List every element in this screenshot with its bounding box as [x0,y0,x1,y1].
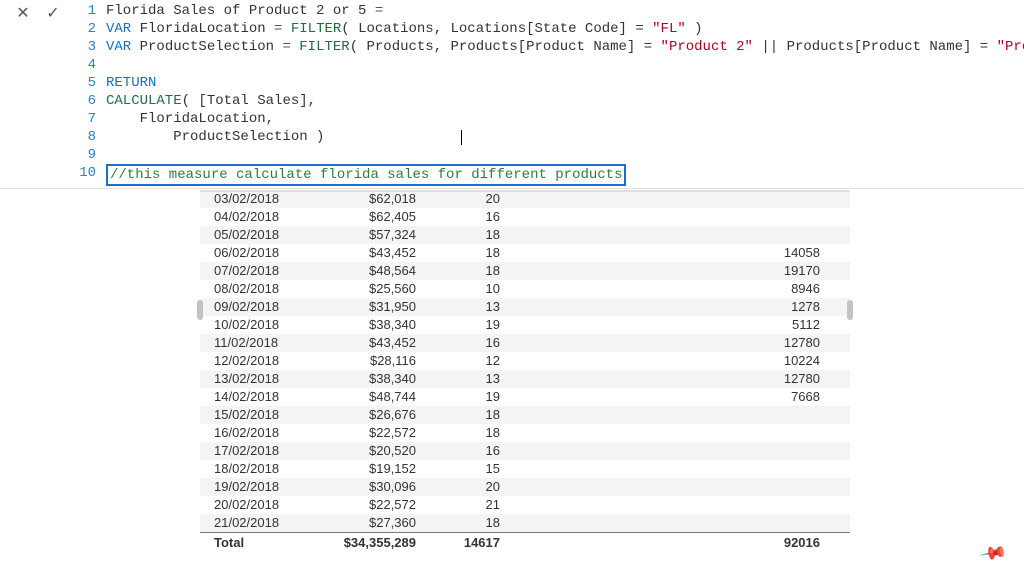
line-number: 6 [72,92,106,110]
line-number: 2 [72,20,106,38]
line-number: 9 [72,146,106,164]
formula-bar: ✕ ✓ 1Florida Sales of Product 2 or 5 = 2… [0,0,1024,189]
commit-formula-button[interactable]: ✓ [44,4,62,22]
table-row: 09/02/2018$31,950131278 [200,298,850,316]
pin-icon[interactable]: 📌 [978,538,1008,568]
cancel-formula-button[interactable]: ✕ [14,4,32,22]
scrollbar-right[interactable] [847,300,853,320]
table-row: 10/02/2018$38,340195112 [200,316,850,334]
table-row: 19/02/2018$30,09620 [200,478,850,496]
table-row: 14/02/2018$48,744197668 [200,388,850,406]
scrollbar-left[interactable] [197,300,203,320]
table-row: 07/02/2018$48,5641819170 [200,262,850,280]
line-number: 3 [72,38,106,56]
table-row: 12/02/2018$28,1161210224 [200,352,850,370]
table-row: 05/02/2018$57,32418 [200,226,850,244]
highlighted-comment: //this measure calculate florida sales f… [106,164,626,186]
table-visual[interactable]: 03/02/2018$62,0182004/02/2018$62,4051605… [200,190,850,560]
table-row: 20/02/2018$22,57221 [200,496,850,514]
line-number: 10 [72,164,106,186]
line-number: 5 [72,74,106,92]
line-number: 1 [72,2,106,20]
table-row: 18/02/2018$19,15215 [200,460,850,478]
table-row: 08/02/2018$25,560108946 [200,280,850,298]
table-row: 04/02/2018$62,40516 [200,208,850,226]
line-number: 8 [72,128,106,146]
table-total-row: Total $34,355,289 14617 92016 [200,533,850,553]
table-row: 15/02/2018$26,67618 [200,406,850,424]
text-caret [461,130,462,145]
table-row: 11/02/2018$43,4521612780 [200,334,850,352]
line-number: 4 [72,56,106,74]
line-number: 7 [72,110,106,128]
dax-formula-editor[interactable]: 1Florida Sales of Product 2 or 5 = 2VAR … [72,0,1024,188]
table-row: 17/02/2018$20,52016 [200,442,850,460]
table-row: 21/02/2018$27,36018 [200,514,850,533]
table-row: 03/02/2018$62,01820 [200,190,850,208]
table-row: 13/02/2018$38,3401312780 [200,370,850,388]
table-row: 06/02/2018$43,4521814058 [200,244,850,262]
table-row: 16/02/2018$22,57218 [200,424,850,442]
